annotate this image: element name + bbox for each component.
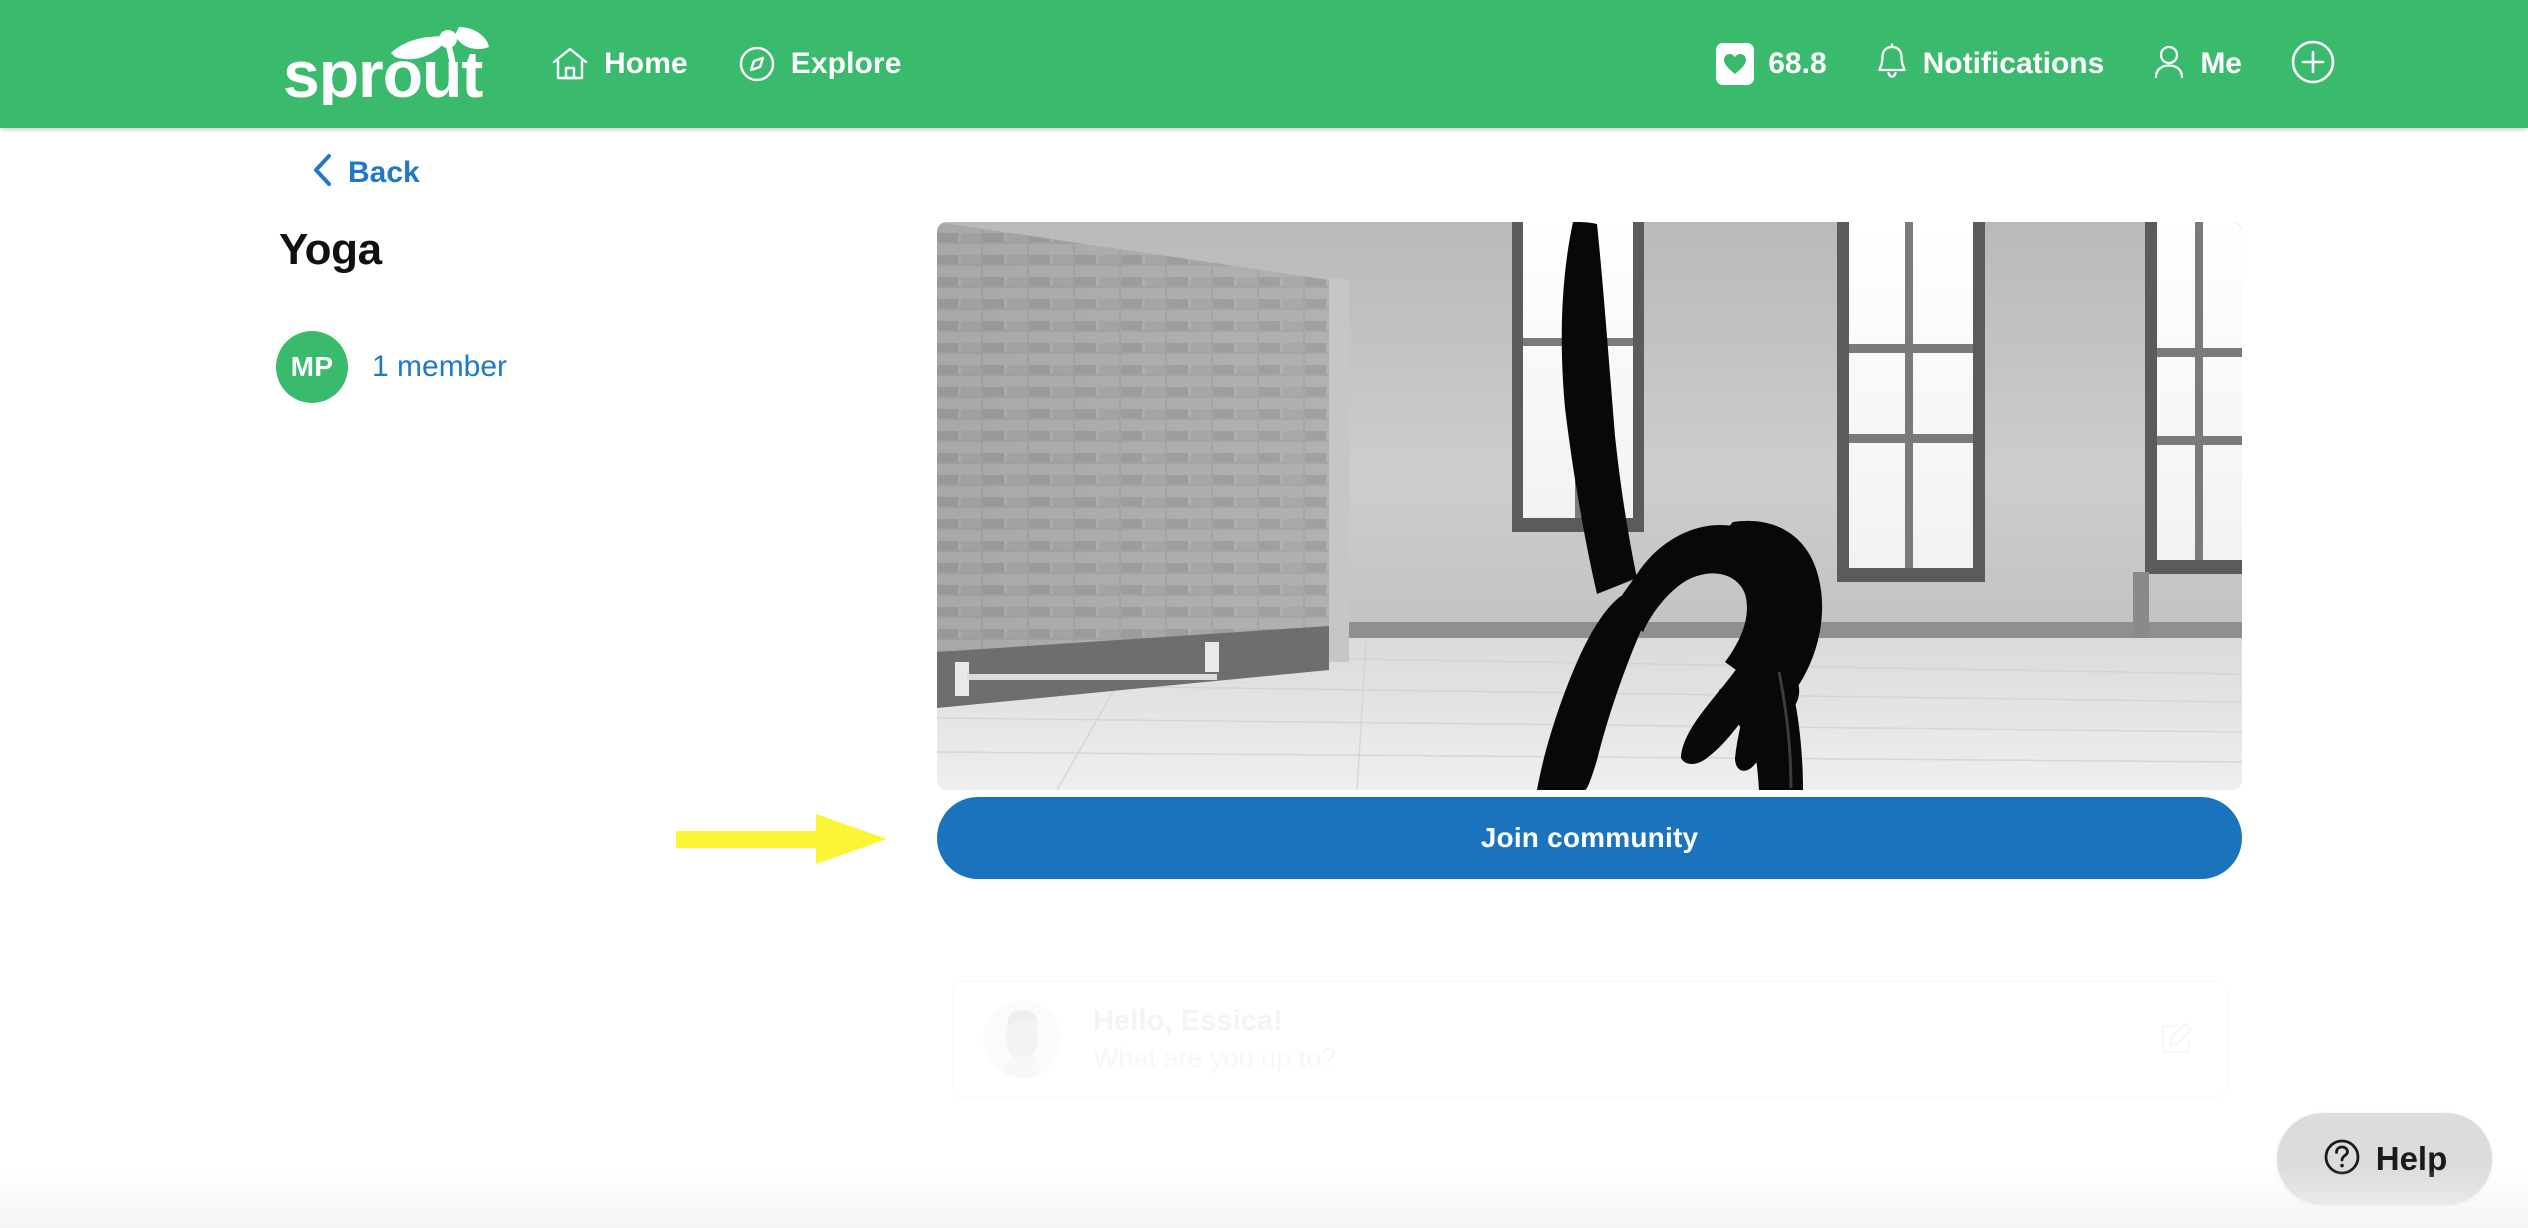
member-summary: MP 1 member <box>276 331 507 403</box>
nav-label-home: Home <box>604 47 688 80</box>
topbar-right-group: 68.8 Notifications Me <box>1716 0 2336 128</box>
composer-avatar <box>983 1000 1061 1078</box>
heart-card-icon <box>1716 43 1755 85</box>
points-balance-label: 68.8 <box>1768 47 1827 80</box>
composer-prompt: What are you up to? <box>1093 1042 1337 1073</box>
nav-label-explore: Explore <box>790 47 902 80</box>
help-label: Help <box>2375 1140 2448 1177</box>
compass-icon <box>738 45 776 83</box>
join-community-button[interactable]: Join community <box>937 797 2242 879</box>
chevron-left-icon <box>310 152 334 193</box>
member-avatar[interactable]: MP <box>276 331 348 403</box>
me-label: Me <box>2200 47 2242 80</box>
post-composer-card[interactable]: Hello, Essica! What are you up to? <box>952 981 2228 1097</box>
page-root: sprout Home Explore 68.8 Notifications M… <box>0 0 2528 1228</box>
nav-item-explore[interactable]: Explore <box>738 0 902 128</box>
sprout-logo[interactable]: sprout <box>283 23 505 105</box>
composer-text-block: Hello, Essica! What are you up to? <box>1093 1005 2159 1074</box>
back-link[interactable]: Back <box>310 152 420 193</box>
bell-icon <box>1875 42 1909 86</box>
pencil-square-icon[interactable] <box>2159 1022 2193 1056</box>
create-button[interactable] <box>2290 39 2336 90</box>
back-label: Back <box>348 155 420 189</box>
plus-circle-icon <box>2290 39 2336 90</box>
annotation-arrow-icon <box>676 812 888 866</box>
topbar-left-group: sprout Home Explore <box>283 0 952 128</box>
points-balance-button[interactable]: 68.8 <box>1716 43 1827 85</box>
person-icon <box>2152 43 2186 86</box>
top-navigation-bar: sprout Home Explore 68.8 Notifications M… <box>0 0 2528 128</box>
me-button[interactable]: Me <box>2152 43 2242 86</box>
composer-greeting: Hello, Essica! <box>1093 1004 1283 1037</box>
help-widget-button[interactable]: Help <box>2277 1113 2492 1205</box>
home-icon <box>551 46 589 82</box>
notifications-label: Notifications <box>1922 47 2105 80</box>
community-cover-image <box>937 222 2242 790</box>
svg-text:sprout: sprout <box>283 37 483 105</box>
member-count-link[interactable]: 1 member <box>372 350 507 384</box>
page-title: Yoga <box>279 225 382 274</box>
nav-item-home[interactable]: Home <box>551 0 688 128</box>
question-circle-icon <box>2322 1137 2362 1182</box>
bottom-fade-overlay <box>0 1168 2528 1228</box>
notifications-button[interactable]: Notifications <box>1875 42 2105 86</box>
